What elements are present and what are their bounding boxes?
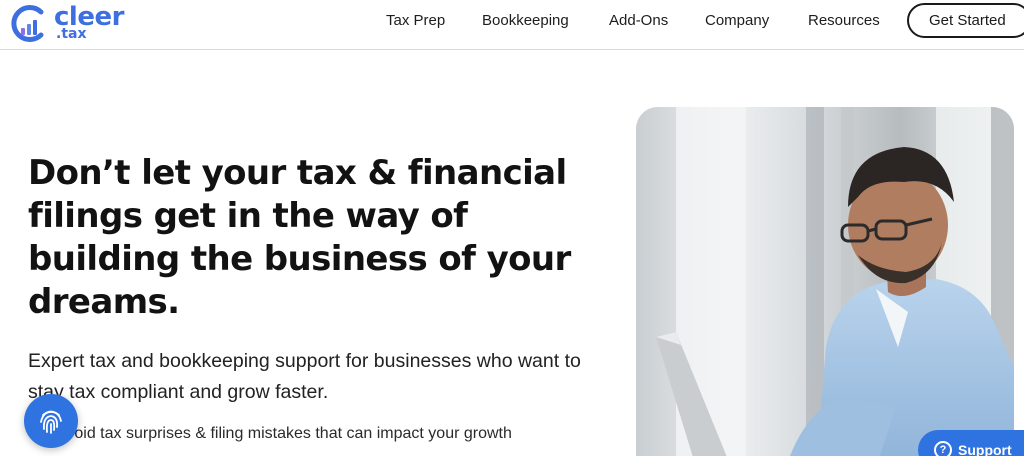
support-chat-button[interactable]: ? Support — [918, 430, 1024, 456]
hero-subline: Expert tax and bookkeeping support for b… — [28, 350, 581, 403]
nav-resources[interactable]: Resources — [808, 12, 880, 30]
hero-photo-man-with-laptop — [636, 107, 1014, 456]
hero-bullet-point: Avoid tax surprises & filing mistakes th… — [56, 425, 512, 442]
cleer-tax-logo[interactable]: cleer .tax — [8, 2, 138, 44]
nav-tax-prep[interactable]: Tax Prep — [386, 12, 445, 30]
support-label: Support — [958, 442, 1012, 456]
get-started-button[interactable]: Get Started — [907, 3, 1024, 38]
hero-headline: Don’t let your tax & financial filings g… — [28, 153, 571, 322]
nav-bookkeeping[interactable]: Bookkeeping — [482, 12, 569, 30]
fingerprint-accessibility-button[interactable] — [24, 394, 78, 448]
logo-subtext: .tax — [56, 26, 87, 42]
site-header: cleer .tax Tax Prep Bookkeeping Add-Ons … — [0, 0, 1024, 50]
help-question-icon: ? — [934, 441, 952, 456]
fingerprint-icon — [40, 410, 62, 434]
nav-company[interactable]: Company — [705, 12, 769, 30]
cleer-logo-icon — [11, 5, 44, 42]
nav-add-ons[interactable]: Add-Ons — [609, 12, 668, 30]
hero-photo-illustration — [636, 107, 1014, 456]
